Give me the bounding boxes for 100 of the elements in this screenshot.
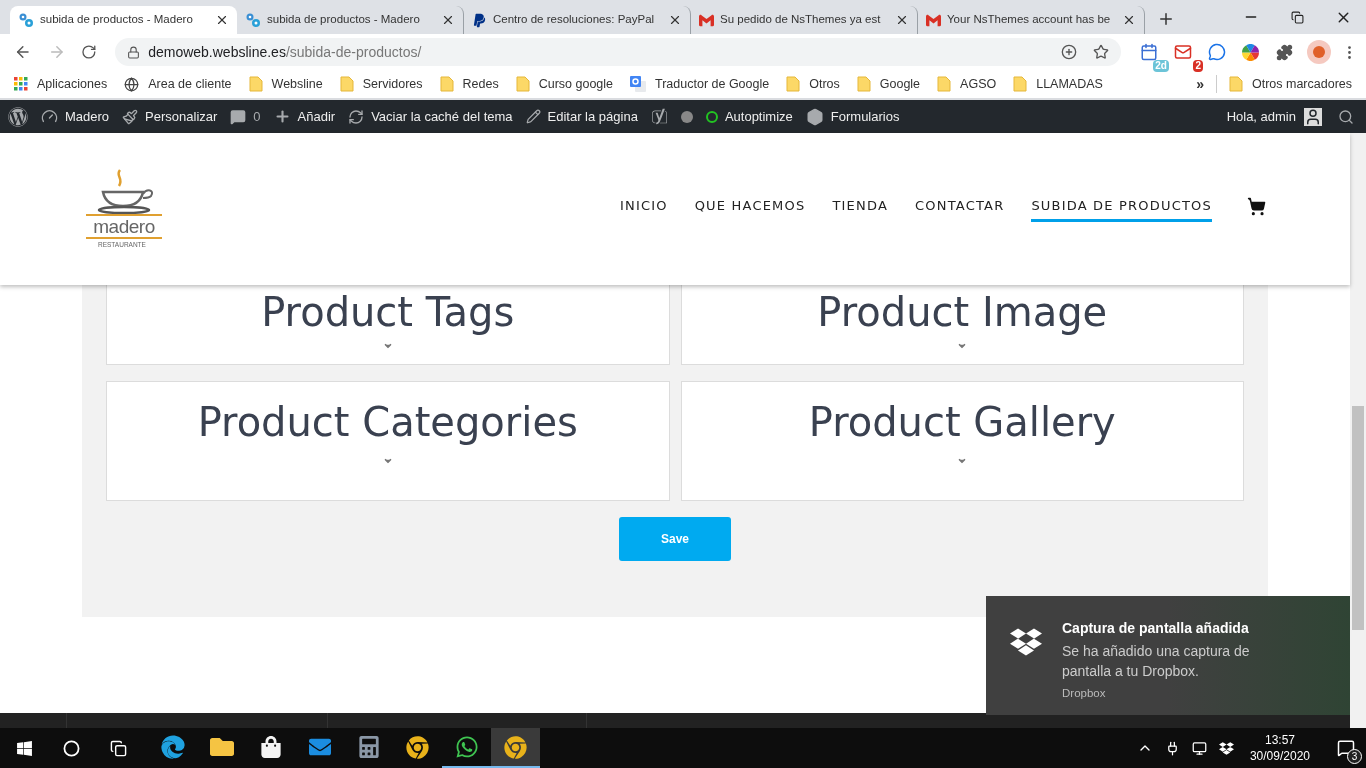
- status-ring: [705, 110, 718, 123]
- search-icon[interactable]: [63, 739, 80, 757]
- folder-icon: [515, 76, 530, 92]
- bookmark-star-icon[interactable]: [1093, 44, 1109, 60]
- logo-name: madero: [93, 217, 155, 237]
- brush-icon: [122, 108, 139, 125]
- close-icon[interactable]: [895, 13, 909, 27]
- bookmark-item[interactable]: LLAMADAS: [1013, 74, 1103, 94]
- forms-icon: [805, 107, 824, 126]
- admin-bar-item[interactable]: Madero: [41, 106, 110, 127]
- dropbox-icon: [1010, 626, 1042, 658]
- folder-icon: [1228, 76, 1243, 92]
- nav-link[interactable]: QUE HACEMOS: [694, 196, 806, 222]
- browser-tab[interactable]: subida de productos - Madero: [10, 6, 237, 34]
- clock[interactable]: 13:57 30/09/2020: [1249, 732, 1310, 764]
- caret-icon: [957, 456, 968, 466]
- panel-card[interactable]: Product Categories: [106, 381, 670, 501]
- notification-source: Dropbox: [1062, 686, 1107, 701]
- panel-card[interactable]: Product Tags: [106, 285, 670, 365]
- dropbox-icon[interactable]: [1218, 740, 1234, 756]
- edge-icon: [160, 735, 185, 759]
- admin-bar-item[interactable]: Vaciar la caché del tema: [348, 106, 513, 127]
- back-icon[interactable]: [14, 43, 32, 61]
- admin-bar-item[interactable]: Añadir: [273, 106, 336, 127]
- apps-grid-icon: [14, 77, 28, 91]
- account-menu[interactable]: Hola, admin: [1226, 106, 1322, 127]
- globe-icon: [124, 76, 140, 92]
- pencil-icon: [525, 109, 541, 124]
- bookmark-item[interactable]: Area de cliente: [124, 74, 232, 94]
- admin-bar-item[interactable]: Personalizar: [122, 106, 218, 127]
- gears-icon: [18, 12, 34, 28]
- address-bar[interactable]: demoweb.websline.es/subida-de-productos/: [115, 38, 1121, 66]
- extension-badge: 2d: [1153, 60, 1169, 72]
- wordpress-icon[interactable]: [8, 106, 28, 127]
- action-center-button[interactable]: 3: [1326, 728, 1366, 768]
- extension-badge: 2: [1193, 60, 1203, 72]
- bookmark-item[interactable]: Otros: [786, 74, 840, 94]
- mail-icon: [308, 736, 331, 758]
- color-wheel-icon: [1242, 43, 1260, 61]
- scrollbar[interactable]: [1350, 133, 1366, 728]
- panel-title: Product Image: [817, 288, 1108, 337]
- mail-icon: [1174, 43, 1192, 61]
- task-view-icon[interactable]: [110, 739, 127, 757]
- other-bookmarks-item[interactable]: Otros marcadores: [1215, 74, 1352, 94]
- bookmark-item[interactable]: Aplicaciones: [14, 74, 108, 94]
- admin-bar-item[interactable]: Formularios: [805, 106, 900, 127]
- tab-title: Su pedido de NsThemes ya est: [720, 12, 882, 28]
- bookmark-item[interactable]: Websline: [248, 74, 323, 94]
- nav-link[interactable]: TIENDA: [832, 196, 888, 222]
- gears-icon: [245, 12, 261, 28]
- folder-icon: [937, 76, 952, 92]
- close-icon[interactable]: [1122, 13, 1136, 27]
- bookmark-item[interactable]: Redes: [439, 74, 499, 94]
- tab-title: Your NsThemes account has be: [947, 12, 1112, 28]
- bookmark-item[interactable]: Google: [856, 74, 921, 94]
- cart-icon[interactable]: [1247, 196, 1266, 216]
- caret-icon: [382, 341, 393, 351]
- install-icon[interactable]: [1061, 44, 1077, 60]
- new-tab-icon[interactable]: [1157, 10, 1175, 28]
- close-icon[interactable]: [215, 13, 229, 27]
- translate-icon: [630, 76, 646, 92]
- windows-icon[interactable]: [15, 739, 33, 757]
- calculator-icon: [357, 736, 380, 758]
- reload-icon[interactable]: [81, 44, 98, 60]
- profile-avatar: [1307, 40, 1331, 64]
- search-icon[interactable]: [1338, 108, 1354, 125]
- folder-icon: [339, 76, 354, 92]
- chrome-icon: [504, 735, 527, 759]
- store-icon: [259, 736, 282, 758]
- bookmark-item[interactable]: Curso google: [515, 74, 613, 94]
- taskbar-app[interactable]: [491, 728, 540, 768]
- bookmark-item[interactable]: AGSO: [937, 74, 997, 94]
- admin-bar-item[interactable]: Editar la página: [525, 106, 638, 127]
- panel-card[interactable]: Product Gallery: [680, 381, 1244, 501]
- paypal-icon: [472, 12, 487, 28]
- folder-icon: [1013, 76, 1028, 92]
- close-icon[interactable]: [441, 13, 455, 27]
- caret-icon: [382, 456, 393, 466]
- lock-icon: [127, 45, 141, 59]
- nav-link[interactable]: INICIO: [619, 196, 668, 222]
- gmail-icon: [926, 12, 941, 28]
- panel-card[interactable]: Product Image: [680, 285, 1244, 365]
- folder-icon: [248, 76, 263, 92]
- bookmarks-overflow-button[interactable]: »: [1196, 73, 1204, 95]
- admin-bar-item[interactable]: 0: [230, 106, 261, 127]
- close-icon[interactable]: [668, 13, 682, 27]
- notification-title: Captura de pantalla añadida: [1062, 619, 1250, 638]
- yoast-icon[interactable]: [650, 108, 668, 125]
- nav-link[interactable]: SUBIDA DE PRODUCTOS: [1031, 196, 1212, 222]
- bookmark-item[interactable]: Traductor de Google: [630, 74, 770, 94]
- dashboard-icon: [41, 108, 58, 125]
- admin-bar-item[interactable]: Autoptimize: [705, 106, 793, 127]
- network-icon[interactable]: [1191, 740, 1207, 756]
- notification-toast[interactable]: Captura de pantalla añadida Se ha añadido una captura de pantalla a tu Dropbox. Dropbox: [986, 596, 1350, 715]
- refresh-icon: [348, 108, 365, 125]
- plus-icon: [273, 108, 291, 125]
- bookmark-item[interactable]: Servidores: [339, 74, 423, 94]
- restore-icon[interactable]: [1290, 10, 1304, 24]
- folder-icon: [439, 76, 454, 92]
- nav-link[interactable]: CONTACTAR: [915, 196, 1005, 222]
